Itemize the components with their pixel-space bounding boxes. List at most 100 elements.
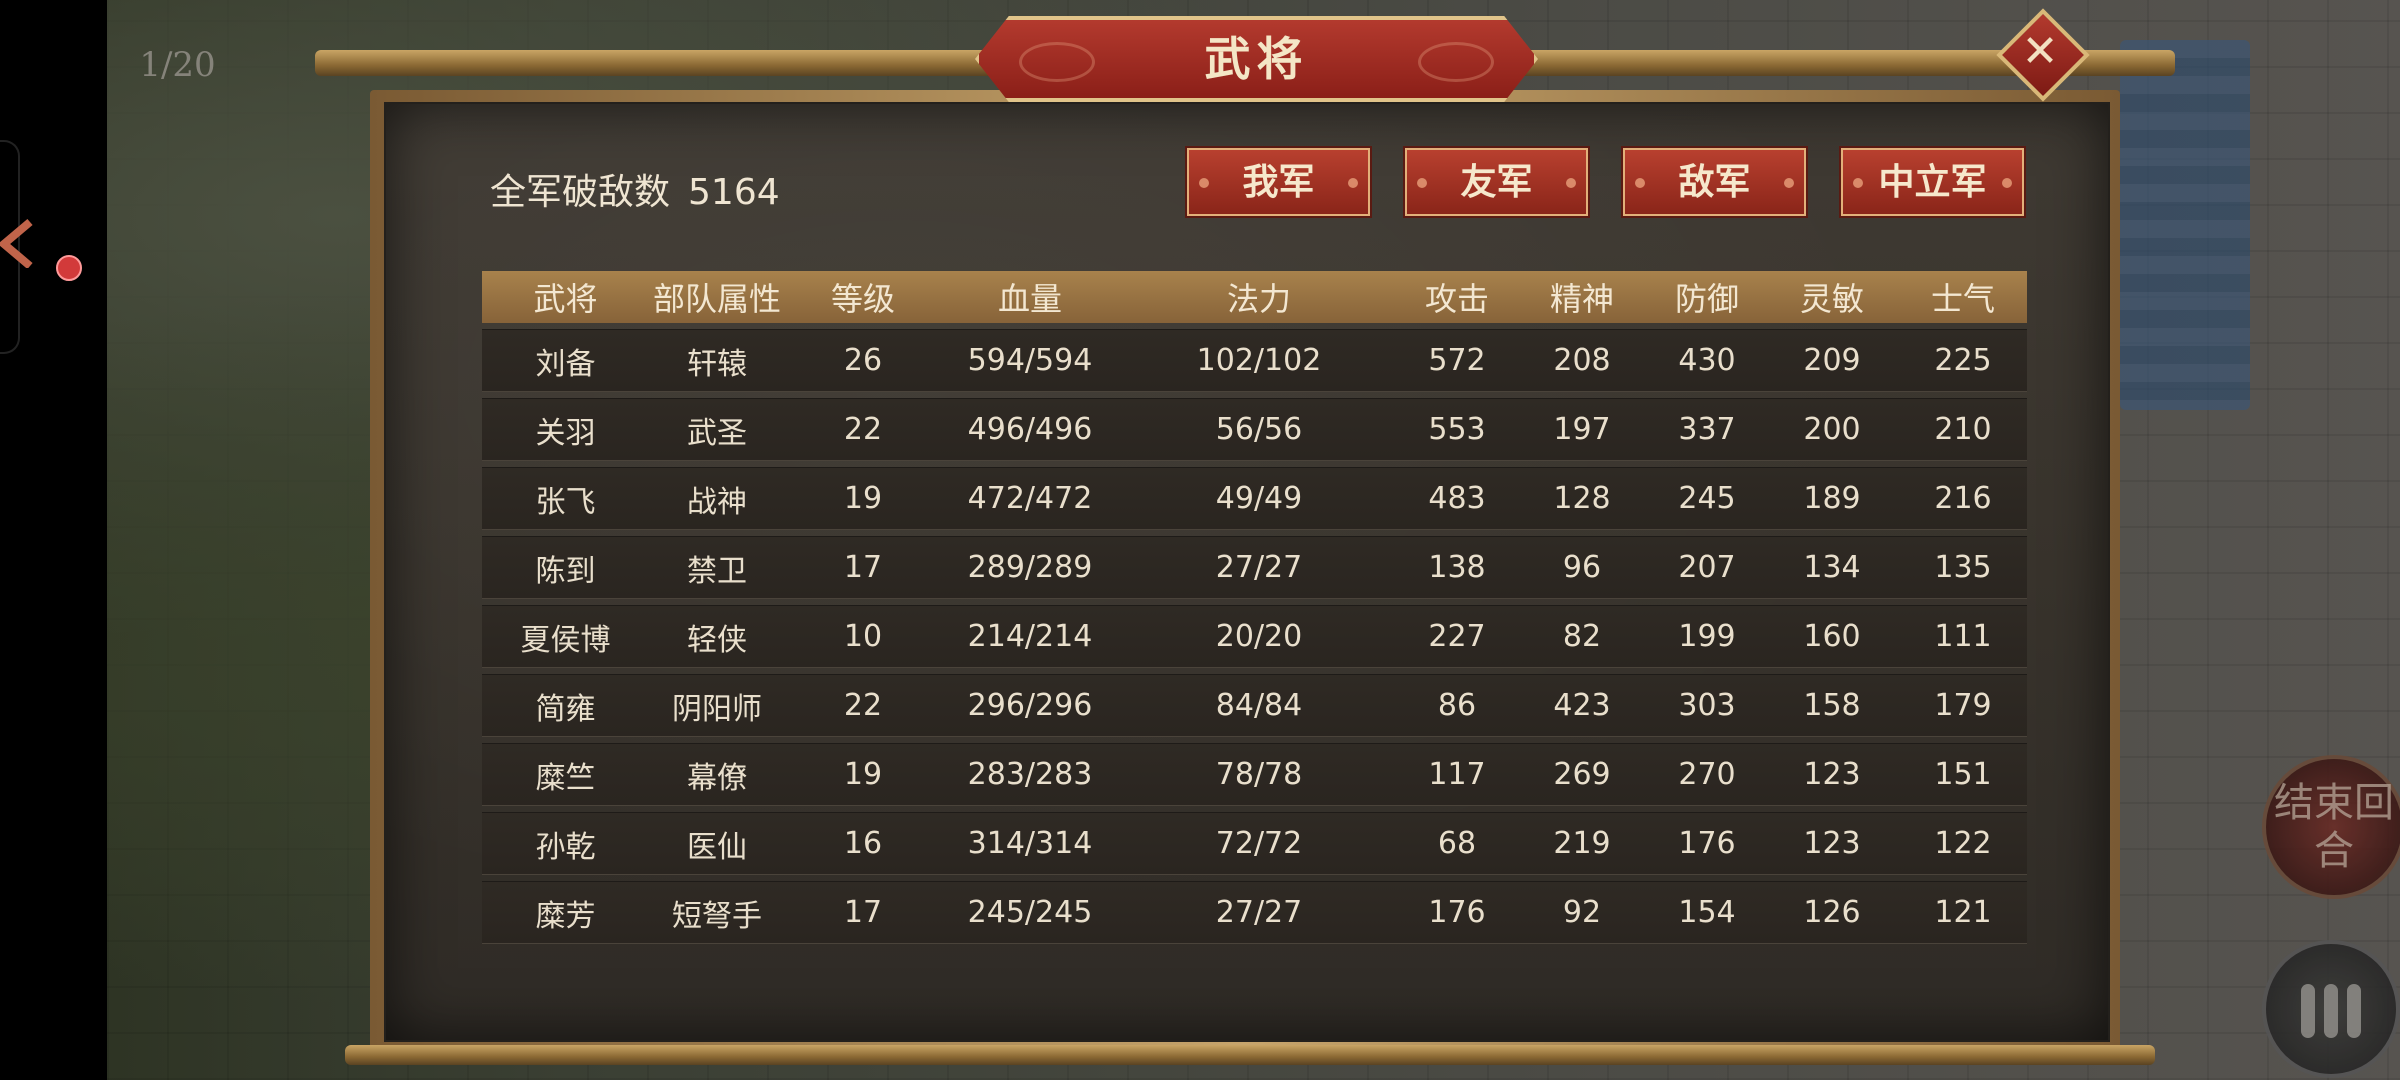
table-header-row: 武将 部队属性 等级 血量 法力 攻击 精神 防御 灵敏 士气 (482, 271, 2027, 323)
table-cell: 245/245 (941, 881, 1119, 944)
table-cell: 78/78 (1119, 743, 1399, 806)
table-cell: 22 (785, 398, 941, 461)
table-cell: 210 (1899, 398, 2027, 461)
table-cell: 135 (1899, 536, 2027, 599)
table-cell: 医仙 (649, 812, 785, 875)
table-cell: 轻侠 (649, 605, 785, 668)
table-cell: 122 (1899, 812, 2027, 875)
table-row[interactable]: 刘备 轩辕 26 594/594 102/102 572 208 430 209 225 (482, 329, 2027, 392)
table-cell: 72/72 (1119, 812, 1399, 875)
table-row[interactable]: 简雍 阴阳师 22 296/296 84/84 86 423 303 158 179 (482, 674, 2027, 737)
table-cell: 337 (1649, 398, 1765, 461)
ornament-icon (2002, 178, 2012, 188)
ornament-icon (1566, 178, 1576, 188)
table-cell: 糜芳 (482, 881, 649, 944)
table-cell: 17 (785, 536, 941, 599)
table-cell: 陈到 (482, 536, 649, 599)
column-header[interactable]: 血量 (941, 271, 1119, 323)
table-cell: 战神 (649, 467, 785, 530)
table-cell: 151 (1899, 743, 2027, 806)
left-system-strip (0, 0, 107, 1080)
table-cell: 10 (785, 605, 941, 668)
kill-count-label: 全军破敌数 (490, 172, 671, 213)
dialog-title: 武将 (1204, 32, 1309, 86)
tab-allied-army[interactable]: 友军 (1405, 148, 1588, 216)
table-cell: 128 (1515, 467, 1649, 530)
table-cell: 176 (1649, 812, 1765, 875)
table-cell: 27/27 (1119, 536, 1399, 599)
menu-bar-icon (2324, 984, 2338, 1038)
column-header[interactable]: 攻击 (1399, 271, 1515, 323)
table-row[interactable]: 夏侯博 轻侠 10 214/214 20/20 227 82 199 160 111 (482, 605, 2027, 668)
table-cell: 16 (785, 812, 941, 875)
table-cell: 123 (1765, 812, 1899, 875)
table-row[interactable]: 孙乾 医仙 16 314/314 72/72 68 219 176 123 122 (482, 812, 2027, 875)
end-turn-button[interactable]: 结束回合 (2262, 755, 2400, 899)
column-header[interactable]: 等级 (785, 271, 941, 323)
table-cell: 27/27 (1119, 881, 1399, 944)
table-cell: 短弩手 (649, 881, 785, 944)
menu-bar-icon (2347, 984, 2361, 1038)
table-cell: 简雍 (482, 674, 649, 737)
close-button[interactable]: ✕ (1996, 8, 2090, 102)
table-cell: 102/102 (1119, 329, 1399, 392)
table-cell: 216 (1899, 467, 2027, 530)
table-cell: 200 (1765, 398, 1899, 461)
table-cell: 283/283 (941, 743, 1119, 806)
table-cell: 289/289 (941, 536, 1119, 599)
table-cell: 84/84 (1119, 674, 1399, 737)
table-cell: 56/56 (1119, 398, 1399, 461)
table-cell: 423 (1515, 674, 1649, 737)
table-row[interactable]: 关羽 武圣 22 496/496 56/56 553 197 337 200 210 (482, 398, 2027, 461)
tab-our-army[interactable]: 我军 (1187, 148, 1370, 216)
table-cell: 430 (1649, 329, 1765, 392)
table-cell: 245 (1649, 467, 1765, 530)
column-header[interactable]: 法力 (1119, 271, 1399, 323)
total-kill-count: 全军破敌数 5164 (490, 168, 780, 218)
table-cell: 219 (1515, 812, 1649, 875)
column-header[interactable]: 士气 (1899, 271, 2027, 323)
table-cell: 20/20 (1119, 605, 1399, 668)
table-cell: 158 (1765, 674, 1899, 737)
back-chevron-icon[interactable] (0, 218, 36, 268)
tab-enemy-army[interactable]: 敌军 (1623, 148, 1806, 216)
menu-button[interactable] (2262, 940, 2400, 1078)
ornament-icon (1784, 178, 1794, 188)
table-cell: 轩辕 (649, 329, 785, 392)
ornament-icon (1635, 178, 1645, 188)
column-header[interactable]: 武将 (482, 271, 649, 323)
column-header[interactable]: 灵敏 (1765, 271, 1899, 323)
table-cell: 117 (1399, 743, 1515, 806)
table-cell: 22 (785, 674, 941, 737)
column-header[interactable]: 精神 (1515, 271, 1649, 323)
generals-table: 武将 部队属性 等级 血量 法力 攻击 精神 防御 灵敏 士气 刘备 轩辕 26 59… (482, 265, 2027, 950)
column-header[interactable]: 部队属性 (649, 271, 785, 323)
table-cell: 阴阳师 (649, 674, 785, 737)
table-cell: 594/594 (941, 329, 1119, 392)
column-header[interactable]: 防御 (1649, 271, 1765, 323)
table-row[interactable]: 陈到 禁卫 17 289/289 27/27 138 96 207 134 135 (482, 536, 2027, 599)
table-cell: 270 (1649, 743, 1765, 806)
table-cell: 孙乾 (482, 812, 649, 875)
building-sprite (2120, 40, 2250, 410)
table-cell: 19 (785, 743, 941, 806)
table-cell: 199 (1649, 605, 1765, 668)
table-cell: 138 (1399, 536, 1515, 599)
ornament-icon (1348, 178, 1358, 188)
close-icon: ✕ (2021, 26, 2059, 77)
table-cell: 86 (1399, 674, 1515, 737)
table-cell: 126 (1765, 881, 1899, 944)
tab-neutral-army[interactable]: 中立军 (1841, 148, 2024, 216)
table-row[interactable]: 糜竺 幕僚 19 283/283 78/78 117 269 270 123 151 (482, 743, 2027, 806)
table-cell: 96 (1515, 536, 1649, 599)
record-dot-icon (56, 255, 82, 281)
table-row[interactable]: 糜芳 短弩手 17 245/245 27/27 176 92 154 126 121 (482, 881, 2027, 944)
table-cell: 176 (1399, 881, 1515, 944)
table-cell: 张飞 (482, 467, 649, 530)
table-cell: 刘备 (482, 329, 649, 392)
table-row[interactable]: 张飞 战神 19 472/472 49/49 483 128 245 189 216 (482, 467, 2027, 530)
table-cell: 134 (1765, 536, 1899, 599)
table-cell: 49/49 (1119, 467, 1399, 530)
table-cell: 禁卫 (649, 536, 785, 599)
table-cell: 496/496 (941, 398, 1119, 461)
